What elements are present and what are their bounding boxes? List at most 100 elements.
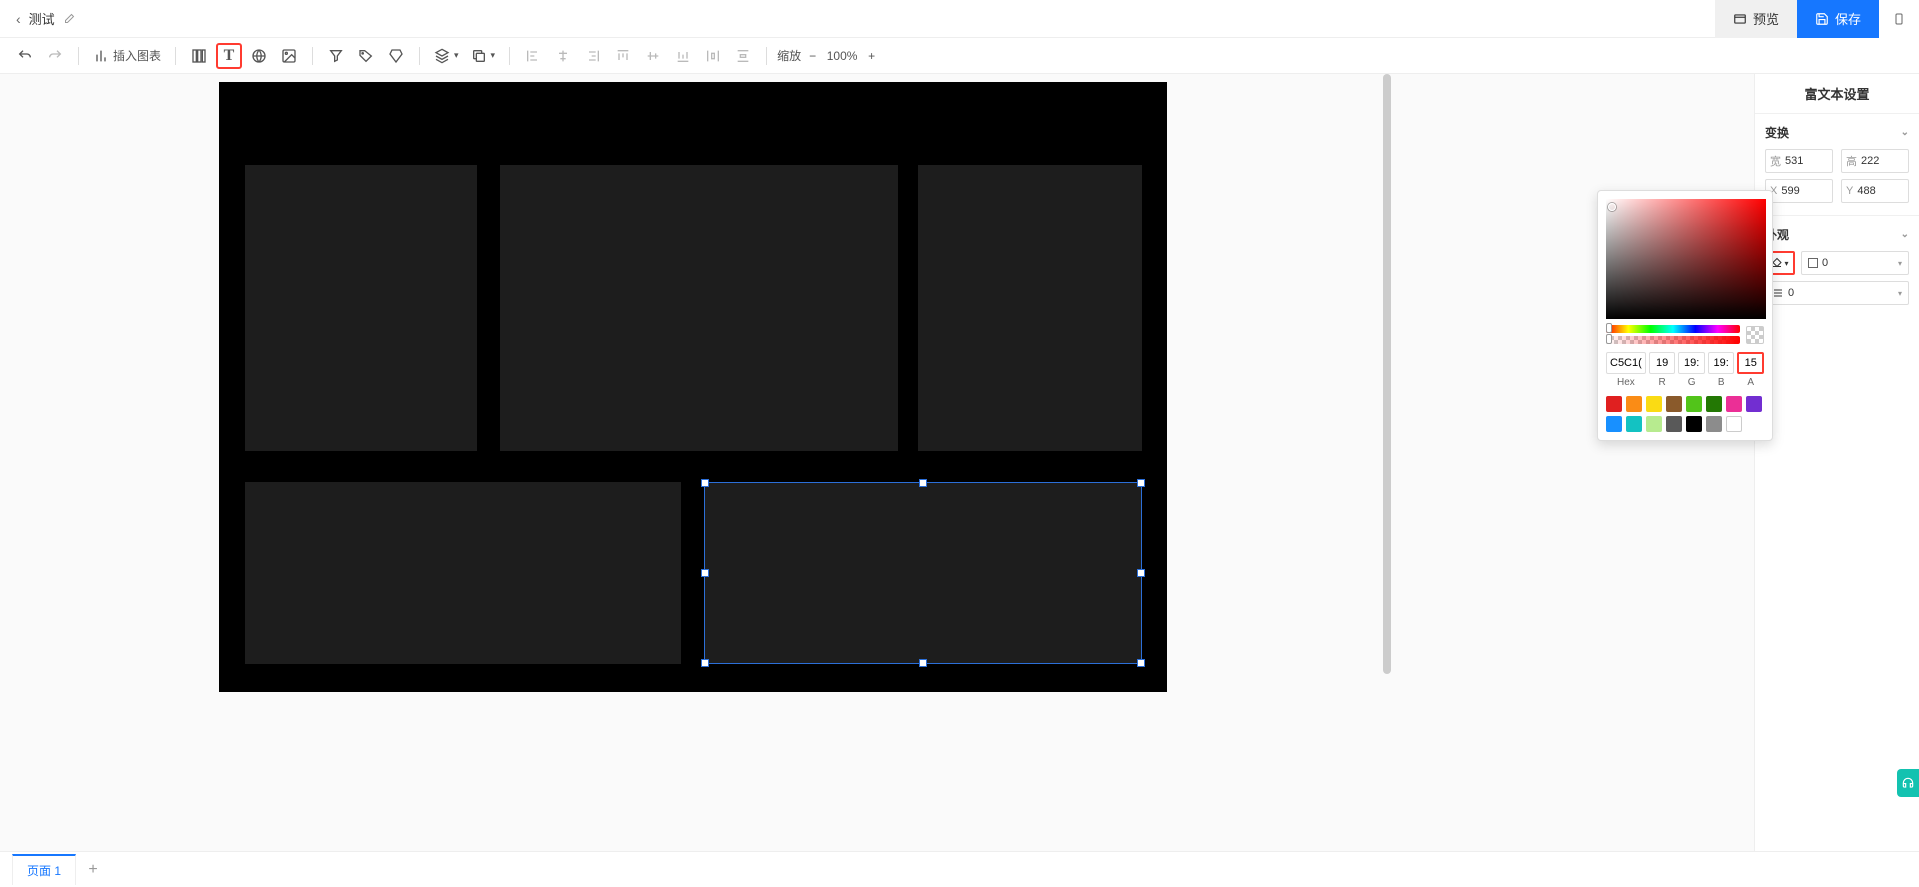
border-width-select[interactable]: 0 ▾: [1801, 251, 1909, 275]
color-swatch-none[interactable]: [1726, 416, 1742, 432]
resize-handle[interactable]: [701, 659, 709, 667]
align-bottom-button[interactable]: [670, 43, 696, 69]
bottom-tabs: 页面 1 +: [0, 851, 1919, 887]
border-icon: [1808, 258, 1818, 268]
resize-handle[interactable]: [701, 569, 709, 577]
save-button[interactable]: 保存: [1797, 0, 1879, 38]
scrollbar[interactable]: [1383, 74, 1391, 674]
chevron-down-icon[interactable]: ⌄: [1901, 229, 1909, 240]
copy-button[interactable]: ▾: [467, 43, 500, 69]
resize-handle[interactable]: [701, 479, 709, 487]
tag-tool-button[interactable]: [353, 43, 379, 69]
canvas[interactable]: [219, 82, 1167, 692]
header-right: 预览 保存: [1715, 0, 1919, 37]
g-input[interactable]: [1678, 352, 1705, 374]
resize-handle[interactable]: [919, 659, 927, 667]
y-input[interactable]: [1857, 185, 1904, 197]
color-swatch[interactable]: [1706, 416, 1722, 432]
color-swatch[interactable]: [1626, 416, 1642, 432]
undo-button[interactable]: [12, 43, 38, 69]
x-input[interactable]: [1781, 185, 1828, 197]
align-right-button[interactable]: [580, 43, 606, 69]
headset-icon: [1901, 776, 1915, 790]
color-preview: [1746, 326, 1764, 344]
color-swatch[interactable]: [1606, 416, 1622, 432]
height-input-wrap[interactable]: 高: [1841, 149, 1909, 173]
align-top-button[interactable]: [610, 43, 636, 69]
height-input[interactable]: [1861, 155, 1904, 167]
add-page-button[interactable]: +: [80, 857, 106, 883]
color-swatch[interactable]: [1726, 396, 1742, 412]
chart-icon: [93, 48, 109, 64]
page-tab-1[interactable]: 页面 1: [12, 854, 76, 885]
shape-tool-button[interactable]: [383, 43, 409, 69]
color-swatch[interactable]: [1706, 396, 1722, 412]
device-button[interactable]: [1879, 0, 1919, 38]
preview-icon: [1733, 12, 1747, 26]
color-swatch[interactable]: [1606, 396, 1622, 412]
preview-button[interactable]: 预览: [1715, 0, 1797, 38]
resize-handle[interactable]: [919, 479, 927, 487]
width-input[interactable]: [1785, 155, 1828, 167]
color-swatch[interactable]: [1646, 416, 1662, 432]
color-swatch[interactable]: [1686, 416, 1702, 432]
color-swatches: [1606, 396, 1764, 432]
lines-icon: [1772, 287, 1784, 299]
r-input[interactable]: [1649, 352, 1676, 374]
distribute-v-button[interactable]: [730, 43, 756, 69]
color-swatch[interactable]: [1686, 396, 1702, 412]
canvas-element-selected[interactable]: [704, 482, 1142, 664]
canvas-element[interactable]: [918, 165, 1142, 451]
fill-icon: [1771, 257, 1783, 269]
header-left: ‹ 测试: [16, 9, 75, 28]
color-swatch[interactable]: [1666, 416, 1682, 432]
text-tool-icon: T: [224, 47, 235, 65]
help-button[interactable]: [1897, 769, 1919, 797]
resize-handle[interactable]: [1137, 659, 1145, 667]
zoom-in-button[interactable]: +: [868, 49, 875, 63]
zoom-value: 100%: [824, 49, 860, 63]
hex-input[interactable]: [1606, 352, 1646, 374]
line-style-select[interactable]: 0 ▾: [1765, 281, 1909, 305]
alpha-thumb[interactable]: [1606, 334, 1612, 344]
layers-button[interactable]: ▾: [430, 43, 463, 69]
color-gradient[interactable]: [1606, 199, 1766, 319]
transform-section: 变换 ⌄ 宽 高 X Y: [1755, 113, 1919, 215]
color-swatch[interactable]: [1746, 396, 1762, 412]
edit-title-icon[interactable]: [63, 13, 75, 25]
zoom-out-button[interactable]: −: [809, 49, 816, 63]
web-tool-button[interactable]: [246, 43, 272, 69]
canvas-element[interactable]: [245, 482, 681, 664]
page-title: 测试: [29, 9, 55, 28]
hue-thumb[interactable]: [1606, 323, 1612, 333]
header: ‹ 测试 预览 保存: [0, 0, 1919, 38]
distribute-h-button[interactable]: [700, 43, 726, 69]
align-left-button[interactable]: [520, 43, 546, 69]
color-swatch[interactable]: [1646, 396, 1662, 412]
alpha-slider[interactable]: [1606, 336, 1740, 344]
filter-tool-button[interactable]: [323, 43, 349, 69]
canvas-element[interactable]: [245, 165, 477, 451]
color-swatch[interactable]: [1626, 396, 1642, 412]
redo-button[interactable]: [42, 43, 68, 69]
insert-chart-label: 插入图表: [113, 47, 161, 64]
align-center-v-button[interactable]: [640, 43, 666, 69]
back-icon[interactable]: ‹: [16, 11, 21, 27]
width-input-wrap[interactable]: 宽: [1765, 149, 1833, 173]
insert-chart-button[interactable]: 插入图表: [89, 43, 165, 69]
resize-handle[interactable]: [1137, 569, 1145, 577]
chevron-down-icon[interactable]: ⌄: [1901, 127, 1909, 138]
align-center-h-button[interactable]: [550, 43, 576, 69]
text-tool-button[interactable]: T: [216, 43, 242, 69]
resize-handle[interactable]: [1137, 479, 1145, 487]
hue-slider[interactable]: [1606, 325, 1740, 333]
grid-tool-button[interactable]: [186, 43, 212, 69]
a-input[interactable]: [1737, 352, 1764, 374]
y-input-wrap[interactable]: Y: [1841, 179, 1909, 203]
color-cursor[interactable]: [1608, 203, 1616, 211]
canvas-element[interactable]: [500, 165, 898, 451]
image-tool-button[interactable]: [276, 43, 302, 69]
b-input[interactable]: [1708, 352, 1735, 374]
color-swatch[interactable]: [1666, 396, 1682, 412]
x-input-wrap[interactable]: X: [1765, 179, 1833, 203]
